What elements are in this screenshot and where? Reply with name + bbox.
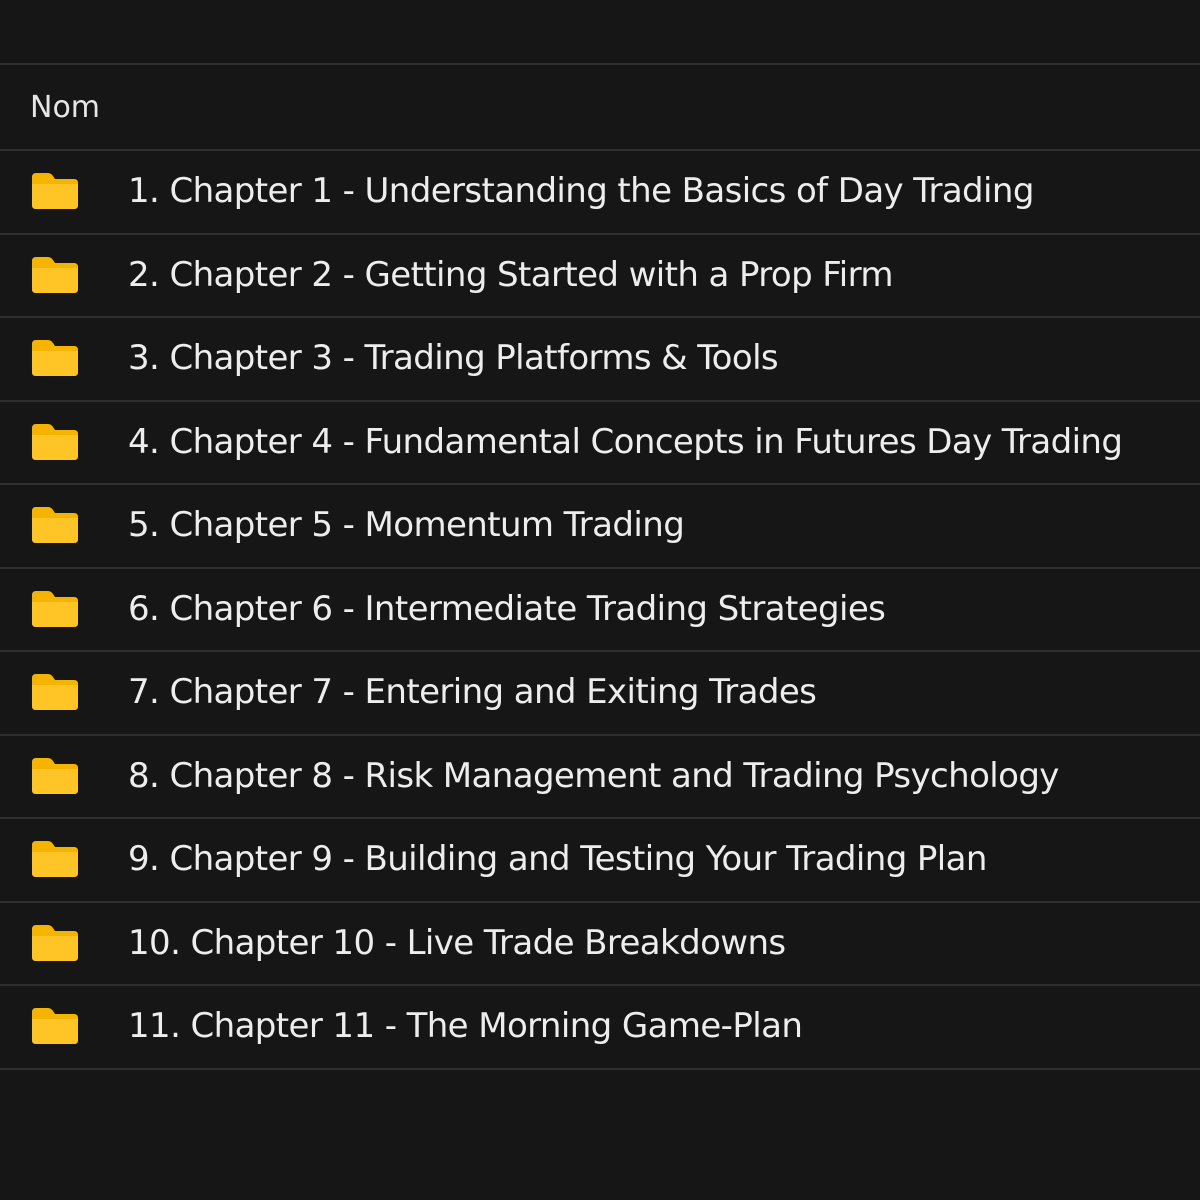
folder-icon (32, 924, 78, 961)
folder-icon (32, 674, 78, 710)
folder-row[interactable]: 1. Chapter 1 - Understanding the Basics … (0, 151, 1200, 235)
folder-icon (32, 841, 78, 877)
folder-row[interactable]: 7. Chapter 7 - Entering and Exiting Trad… (0, 652, 1200, 736)
folder-icon (32, 590, 78, 627)
folder-name[interactable]: 1. Chapter 1 - Understanding the Basics … (128, 151, 1034, 232)
folder-name[interactable]: 8. Chapter 8 - Risk Management and Tradi… (128, 736, 1059, 817)
folder-row[interactable]: 9. Chapter 9 - Building and Testing Your… (0, 819, 1200, 903)
folder-name[interactable]: 6. Chapter 6 - Intermediate Trading Stra… (128, 569, 886, 650)
folder-row[interactable]: 6. Chapter 6 - Intermediate Trading Stra… (0, 569, 1200, 652)
folder-row[interactable]: 10. Chapter 10 - Live Trade Breakdowns (0, 903, 1200, 986)
folder-icon (32, 173, 78, 209)
folder-icon (32, 1008, 78, 1044)
folder-row[interactable]: 11. Chapter 11 - The Morning Game-Plan (0, 986, 1200, 1070)
folder-name[interactable]: 5. Chapter 5 - Momentum Trading (128, 485, 685, 566)
folder-icon (32, 423, 78, 460)
folder-icon (32, 256, 78, 293)
folder-icon (32, 340, 78, 376)
folder-row[interactable]: 8. Chapter 8 - Risk Management and Tradi… (0, 736, 1200, 819)
folder-icon (32, 507, 78, 543)
column-header[interactable]: Nom (0, 63, 1200, 151)
folder-name[interactable]: 7. Chapter 7 - Entering and Exiting Trad… (128, 652, 817, 733)
folder-name[interactable]: 11. Chapter 11 - The Morning Game-Plan (128, 986, 803, 1067)
folder-name[interactable]: 2. Chapter 2 - Getting Started with a Pr… (128, 235, 894, 316)
folder-row[interactable]: 4. Chapter 4 - Fundamental Concepts in F… (0, 402, 1200, 485)
file-list: Nom 1. Chapter 1 - Understanding the Bas… (0, 63, 1200, 1070)
folder-icon (32, 757, 78, 794)
folder-row[interactable]: 3. Chapter 3 - Trading Platforms & Tools (0, 318, 1200, 402)
name-column-header[interactable]: Nom (30, 90, 100, 125)
folder-row[interactable]: 5. Chapter 5 - Momentum Trading (0, 485, 1200, 569)
folder-row[interactable]: 2. Chapter 2 - Getting Started with a Pr… (0, 235, 1200, 318)
folder-name[interactable]: 9. Chapter 9 - Building and Testing Your… (128, 819, 987, 900)
folder-name[interactable]: 4. Chapter 4 - Fundamental Concepts in F… (128, 402, 1123, 483)
folder-name[interactable]: 10. Chapter 10 - Live Trade Breakdowns (128, 903, 786, 984)
folder-name[interactable]: 3. Chapter 3 - Trading Platforms & Tools (128, 318, 779, 399)
